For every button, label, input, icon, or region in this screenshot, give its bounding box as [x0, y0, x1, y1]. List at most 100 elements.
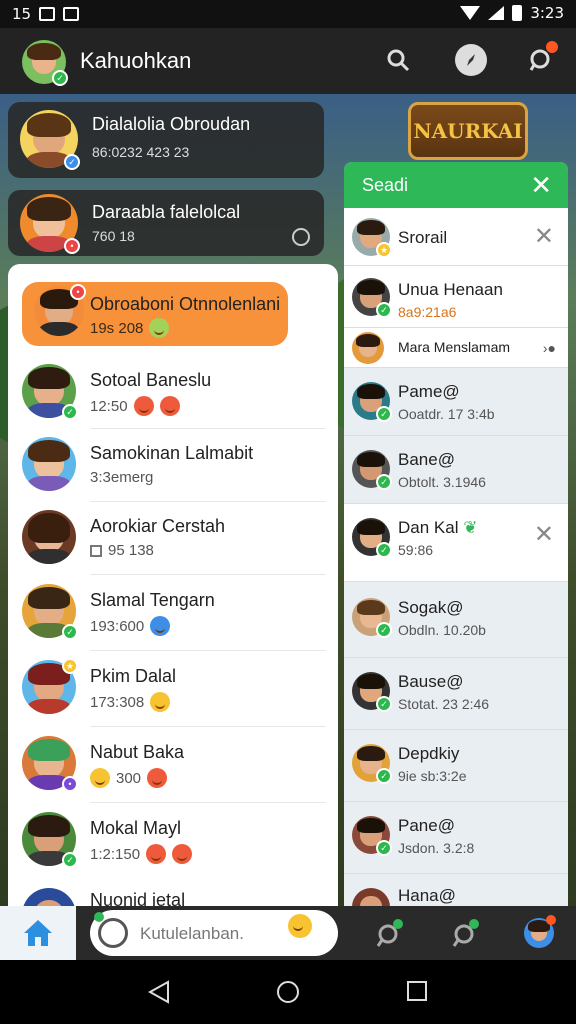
profile-avatar-icon — [524, 915, 556, 948]
remove-result-icon[interactable]: ✕ — [534, 222, 554, 251]
chat-name: Nuonid ietal — [90, 890, 186, 906]
search-result[interactable]: ✓ Bause@ Stotat. 23 2:46 — [344, 658, 568, 730]
game-logo-sign: NAURKAI — [408, 102, 528, 160]
emoji-icon — [150, 692, 171, 712]
search-result[interactable]: ✓ Pame@ Ooatdr. 17 3:4b — [344, 368, 568, 436]
search-tab[interactable] — [448, 916, 482, 950]
avatar: ✓ — [352, 672, 392, 712]
message-composer[interactable]: Kutulelanban. — [90, 910, 338, 956]
avatar: ★ — [22, 658, 78, 714]
status-bar: 15 3:23 — [0, 0, 576, 28]
avatar: ✓ — [22, 364, 78, 420]
bottom-bar: Kutulelanban. — [0, 906, 576, 960]
info-icon[interactable] — [292, 228, 310, 246]
close-search-button[interactable]: ✕ — [530, 170, 552, 201]
chat-preview: 86:0232 423 23 — [92, 144, 190, 160]
search-result[interactable]: ✓ Sogak@ Obdln. 10.20b — [344, 582, 568, 658]
composer-placeholder: Kutulelanban. — [140, 924, 244, 943]
chat-name: Aorokiar Cerstah — [90, 516, 226, 536]
star-badge-icon: ★ — [376, 242, 392, 258]
avatar: ★ — [352, 218, 392, 258]
chat-tab[interactable] — [372, 916, 406, 950]
remove-result-icon[interactable]: ✕ — [534, 520, 554, 549]
list-item[interactable]: • Obroaboni Otnnolenlani 19s 208 — [8, 282, 338, 346]
more-icon[interactable]: ›● — [543, 340, 556, 356]
search-result[interactable]: ✓ Depdkiy 9ie sb:3:2e — [344, 730, 568, 802]
chat-preview: 193:600 — [90, 616, 171, 636]
result-preview: Ooatdr. 17 3:4b — [398, 406, 495, 422]
pinned-chat-card[interactable]: ✓ Dialalolia Obroudan 86:0232 423 23 — [8, 102, 324, 178]
pinned-chat-card[interactable]: • Daraabla falelolcal 760 18 — [8, 190, 324, 256]
result-preview: 9ie sb:3:2e — [398, 768, 467, 784]
chat-bubble-icon — [376, 919, 403, 947]
search-result[interactable]: Mara Menslamam ›● — [344, 328, 568, 368]
emoji-icon — [149, 318, 170, 338]
search-result[interactable]: ✓ Pane@ Jsdon. 3.2:8 — [344, 802, 568, 874]
emoji-icon — [147, 768, 168, 788]
search-panel: Seadi ✕ ★ Srorail ✕ ✓ Unua Henaan 8a9:21… — [344, 162, 568, 906]
profile-avatar[interactable]: ✓ — [22, 40, 68, 86]
chat-name: Dialalolia Obroudan — [92, 114, 251, 134]
home-button[interactable] — [276, 980, 300, 1009]
home-circle-icon — [277, 981, 299, 1003]
avatar: • — [22, 736, 78, 792]
smiley-icon[interactable] — [98, 918, 128, 948]
avatar: • — [20, 194, 80, 254]
search-title: Seadi — [362, 175, 409, 195]
search-icon — [387, 49, 410, 72]
avatar — [22, 437, 76, 491]
avatar: ✓ — [352, 382, 392, 422]
list-item[interactable]: ★ Pkim Dalal 173:308 — [8, 652, 338, 727]
home-tab[interactable] — [0, 906, 76, 960]
home-icon — [24, 920, 52, 946]
search-result[interactable]: Hana@ — [344, 874, 568, 906]
chat-name: Pkim Dalal — [90, 666, 177, 686]
recents-button[interactable] — [406, 980, 428, 1007]
avatar: ✓ — [352, 450, 392, 490]
online-badge-icon: ✓ — [376, 474, 392, 490]
list-item[interactable]: Aorokiar Cerstah 95 138 — [8, 502, 338, 575]
result-preview: 59:86 — [398, 542, 434, 558]
result-name: Bane@ — [398, 450, 455, 469]
notifications-button[interactable] — [524, 41, 558, 76]
avatar — [22, 510, 76, 564]
result-name: Depdkiy — [398, 744, 460, 763]
back-button[interactable] — [147, 980, 170, 1009]
search-button[interactable] — [382, 44, 414, 76]
explore-button[interactable] — [455, 44, 487, 76]
search-result[interactable]: ✓ Bane@ Obtolt. 3.1946 — [344, 436, 568, 504]
navigation-bar — [0, 960, 576, 1024]
chat-name: Daraabla falelolcal — [92, 202, 241, 222]
status-time: 3:23 — [530, 4, 564, 22]
chat-name: Samokinan Lalmabit — [90, 443, 254, 463]
online-badge-icon: ✓ — [62, 852, 78, 868]
avatar: ✓ — [20, 110, 80, 170]
avatar: ✓ — [22, 584, 78, 640]
chat-preview: 300 — [90, 768, 168, 788]
image-notification-icon — [39, 7, 56, 21]
chat-preview: 19s 208 — [90, 318, 170, 338]
result-preview: Obtolt. 3.1946 — [398, 474, 486, 490]
emoji-icon — [90, 768, 110, 788]
search-result[interactable]: ✓ Unua Henaan 8a9:21a6 — [344, 266, 568, 328]
chat-preview: 760 18 — [92, 228, 135, 244]
profile-tab[interactable] — [522, 915, 556, 950]
list-item[interactable]: Nuonid ietal — [8, 880, 338, 906]
list-item[interactable]: ✓ Slamal Tengarn 193:600 — [8, 576, 338, 651]
search-result[interactable]: ✓ Dan Kal ❦ 59:86 ✕ — [344, 504, 568, 582]
status-notification-count: 15 — [12, 5, 32, 23]
chat-preview: 1:2:150 — [90, 844, 193, 864]
list-item[interactable]: Samokinan Lalmabit 3:3emerg — [8, 429, 338, 502]
emoji-icon — [133, 396, 154, 416]
avatar — [352, 332, 384, 364]
emoji-picker-icon[interactable] — [288, 914, 312, 938]
list-item[interactable]: • Nabut Baka 300 — [8, 728, 338, 803]
list-item[interactable]: ✓ Sotoal Baneslu 12:50 — [8, 356, 338, 429]
list-item[interactable]: ✓ Mokal Mayl 1:2:150 — [8, 804, 338, 878]
chat-name: Slamal Tengarn — [90, 590, 215, 610]
avatar: ✓ — [352, 816, 392, 856]
search-icon — [452, 919, 479, 947]
search-result[interactable]: ★ Srorail ✕ — [344, 208, 568, 266]
online-badge-icon: ✓ — [376, 406, 392, 422]
result-name: Dan Kal ❦ — [398, 518, 478, 537]
